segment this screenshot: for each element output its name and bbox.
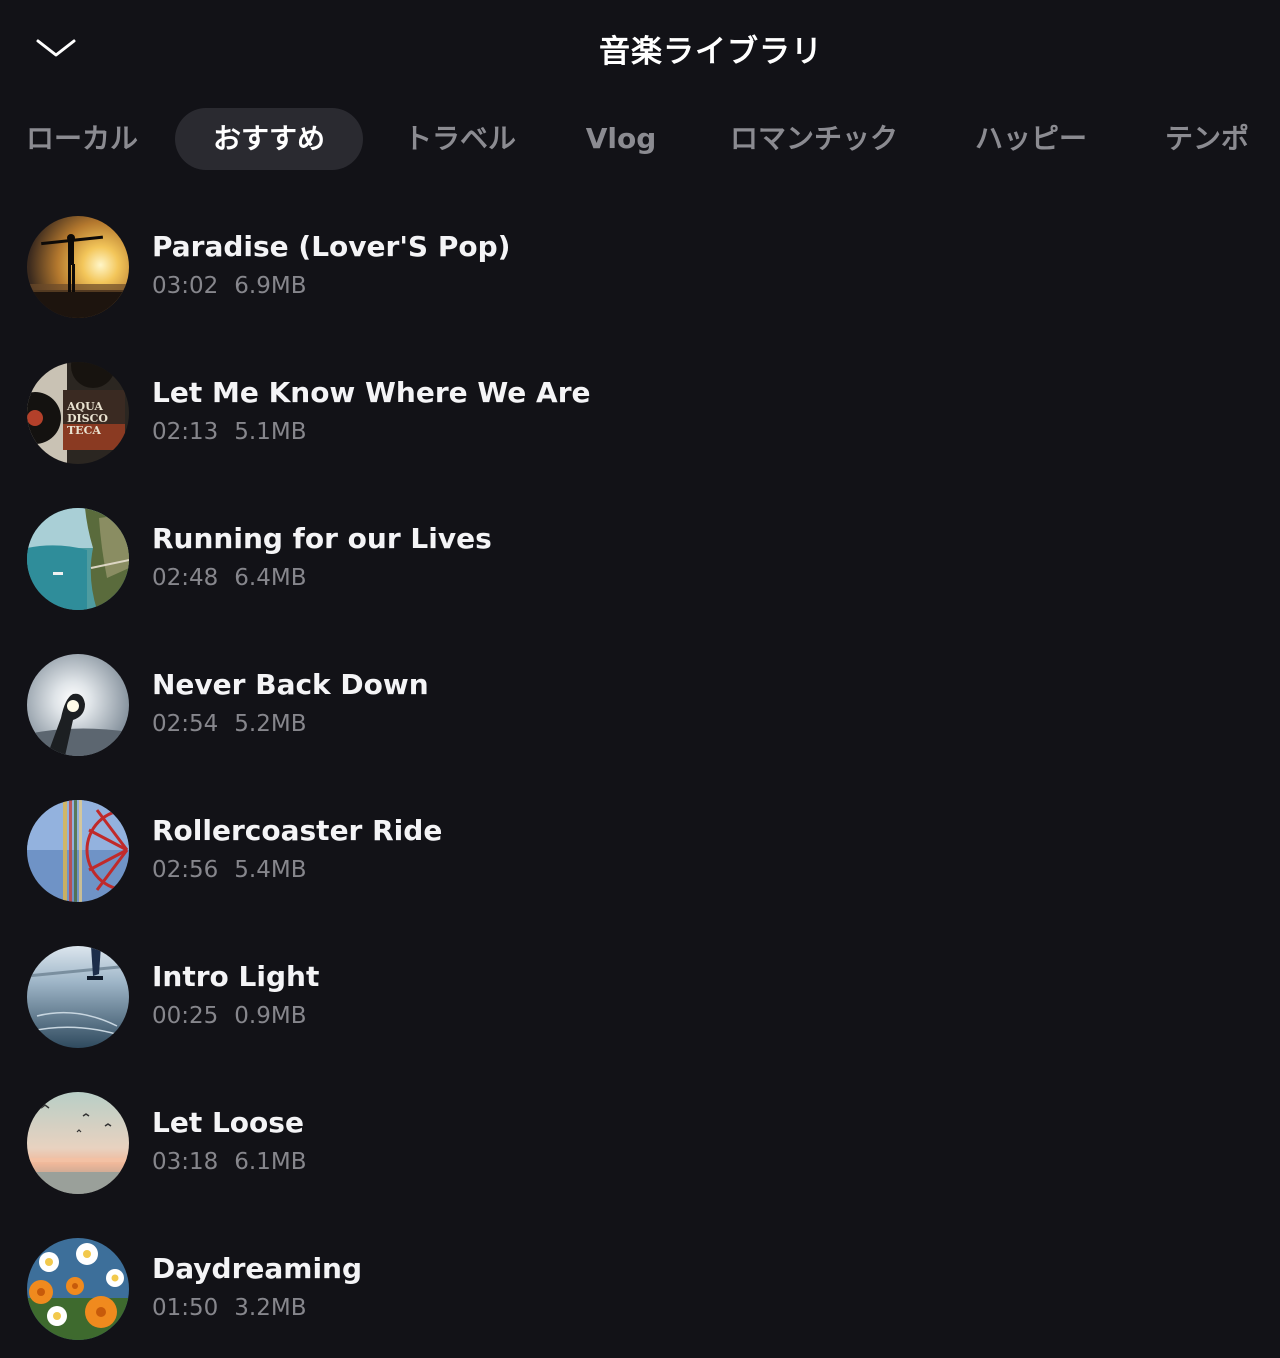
- track-duration: 00:25: [152, 1003, 219, 1029]
- track-meta: 00:25 0.9MB: [152, 1003, 307, 1029]
- track-size: 3.2MB: [234, 1295, 307, 1321]
- track-duration: 02:56: [152, 857, 219, 883]
- track-title: Paradise (Lover'S Pop): [152, 230, 511, 263]
- track-item[interactable]: Intro Light 00:25 0.9MB: [0, 930, 1280, 1076]
- album-cover: [27, 800, 129, 902]
- track-item[interactable]: Rollercoaster Ride 02:56 5.4MB: [0, 784, 1280, 930]
- track-meta: 03:02 6.9MB: [152, 273, 307, 299]
- category-tabs: ローカル おすすめ トラベル Vlog ロマンチック ハッピー テンポ: [0, 108, 1280, 172]
- track-meta: 03:18 6.1MB: [152, 1149, 307, 1175]
- album-cover: AQUA DISCO TECA: [27, 362, 129, 464]
- tab-romantic[interactable]: ロマンチック: [716, 108, 912, 170]
- album-cover: [27, 508, 129, 610]
- track-duration: 03:02: [152, 273, 219, 299]
- track-title: Rollercoaster Ride: [152, 814, 443, 847]
- album-cover: [27, 216, 129, 318]
- track-duration: 02:48: [152, 565, 219, 591]
- track-meta: 02:48 6.4MB: [152, 565, 307, 591]
- track-item[interactable]: Let Loose 03:18 6.1MB: [0, 1076, 1280, 1222]
- track-item[interactable]: Daydreaming 01:50 3.2MB: [0, 1222, 1280, 1358]
- album-cover: [27, 946, 129, 1048]
- track-size: 6.4MB: [234, 565, 307, 591]
- svg-text:TECA: TECA: [67, 424, 101, 437]
- track-title: Daydreaming: [152, 1252, 363, 1285]
- track-item[interactable]: Running for our Lives 02:48 6.4MB: [0, 492, 1280, 638]
- track-size: 6.9MB: [234, 273, 307, 299]
- track-title: Never Back Down: [152, 668, 429, 701]
- tab-happy[interactable]: ハッピー: [964, 108, 1098, 170]
- track-size: 5.1MB: [234, 419, 307, 445]
- track-meta: 02:54 5.2MB: [152, 711, 307, 737]
- track-item[interactable]: Paradise (Lover'S Pop) 03:02 6.9MB: [0, 200, 1280, 346]
- track-item[interactable]: Never Back Down 02:54 5.2MB: [0, 638, 1280, 784]
- track-meta: 01:50 3.2MB: [152, 1295, 307, 1321]
- track-duration: 03:18: [152, 1149, 219, 1175]
- track-size: 5.4MB: [234, 857, 307, 883]
- tab-tempo[interactable]: テンポ: [1152, 108, 1262, 170]
- track-item[interactable]: AQUA DISCO TECA Let Me Know Where We Are…: [0, 346, 1280, 492]
- tab-travel[interactable]: トラベル: [392, 108, 528, 170]
- track-duration: 01:50: [152, 1295, 219, 1321]
- track-title: Let Loose: [152, 1106, 304, 1139]
- album-cover: [27, 1238, 129, 1340]
- track-size: 0.9MB: [234, 1003, 307, 1029]
- track-title: Running for our Lives: [152, 522, 492, 555]
- header: 音楽ライブラリ: [0, 0, 1280, 96]
- track-duration: 02:13: [152, 419, 219, 445]
- tab-vlog[interactable]: Vlog: [572, 108, 670, 170]
- track-title: Intro Light: [152, 960, 320, 993]
- music-library-panel: 音楽ライブラリ ローカル おすすめ トラベル Vlog ロマンチック ハッピー …: [0, 0, 1280, 1358]
- track-list: Paradise (Lover'S Pop) 03:02 6.9MB AQUA D…: [0, 200, 1280, 1358]
- album-cover: [27, 654, 129, 756]
- page-title: 音楽ライブラリ: [599, 34, 823, 70]
- tab-recommended[interactable]: おすすめ: [175, 108, 363, 170]
- album-cover: [27, 1092, 129, 1194]
- track-size: 5.2MB: [234, 711, 307, 737]
- track-meta: 02:56 5.4MB: [152, 857, 307, 883]
- track-meta: 02:13 5.1MB: [152, 419, 307, 445]
- track-title: Let Me Know Where We Are: [152, 376, 591, 409]
- track-size: 6.1MB: [234, 1149, 307, 1175]
- tab-local[interactable]: ローカル: [12, 108, 152, 170]
- track-duration: 02:54: [152, 711, 219, 737]
